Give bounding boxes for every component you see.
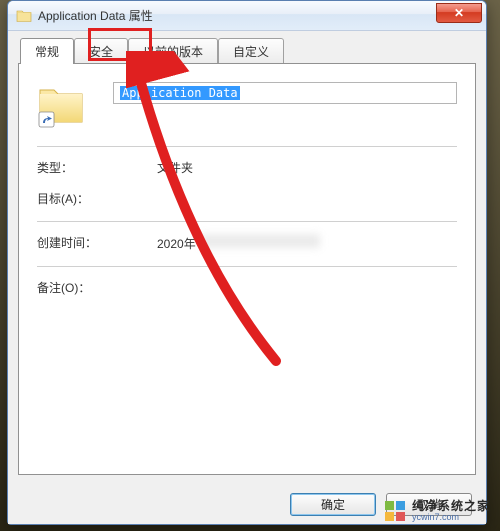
- target-label: 目标(A)：: [37, 190, 157, 207]
- tabstrip: 常规 安全 以前的版本 自定义: [18, 39, 476, 63]
- tab-previous-versions[interactable]: 以前的版本: [128, 38, 218, 63]
- ok-button[interactable]: 确定: [290, 493, 376, 516]
- created-value-prefix: 2020年: [157, 237, 196, 251]
- type-value: 文件夹: [157, 159, 457, 176]
- row-notes: 备注(O)：: [37, 279, 457, 296]
- folder-shortcut-icon: [37, 80, 85, 128]
- target-value: [157, 190, 457, 207]
- watermark-url: ycwin7.com: [412, 513, 490, 523]
- close-icon: ✕: [454, 6, 464, 20]
- notes-label: 备注(O)：: [37, 279, 157, 296]
- name-row: Application Data: [37, 80, 457, 128]
- name-value-selected: Application Data: [120, 86, 240, 100]
- row-type: 类型： 文件夹: [37, 159, 457, 176]
- titlebar[interactable]: Application Data 属性 ✕: [8, 1, 486, 31]
- folder-title-icon: [16, 8, 32, 24]
- watermark: 纯净系统之家 ycwin7.com: [380, 498, 494, 525]
- divider: [37, 266, 457, 267]
- name-input[interactable]: Application Data: [113, 82, 457, 104]
- tab-label: 以前的版本: [143, 45, 203, 59]
- type-label: 类型：: [37, 159, 157, 176]
- tab-label: 自定义: [233, 45, 269, 59]
- row-target: 目标(A)：: [37, 190, 457, 207]
- watermark-logo-icon: [384, 500, 406, 522]
- tab-customize[interactable]: 自定义: [218, 38, 284, 63]
- window-title: Application Data 属性: [38, 7, 436, 24]
- tab-panel-general: Application Data 类型： 文件夹 目标(A)： 创建时间： 20…: [18, 63, 476, 475]
- tab-label: 安全: [89, 45, 113, 59]
- created-value: 2020年: [157, 234, 457, 252]
- divider: [37, 146, 457, 147]
- created-label: 创建时间：: [37, 234, 157, 252]
- properties-dialog: Application Data 属性 ✕ 常规 安全 以前的版本 自定义: [7, 0, 487, 525]
- dialog-body: 常规 安全 以前的版本 自定义: [8, 31, 486, 483]
- tab-security[interactable]: 安全: [74, 38, 128, 63]
- divider: [37, 221, 457, 222]
- watermark-text: 纯净系统之家 ycwin7.com: [412, 500, 490, 523]
- ok-label: 确定: [321, 496, 345, 513]
- tab-label: 常规: [35, 45, 59, 59]
- created-value-redacted: [200, 234, 320, 248]
- tab-general[interactable]: 常规: [20, 38, 74, 64]
- row-created: 创建时间： 2020年: [37, 234, 457, 252]
- notes-value: [157, 279, 457, 296]
- close-button[interactable]: ✕: [436, 3, 482, 23]
